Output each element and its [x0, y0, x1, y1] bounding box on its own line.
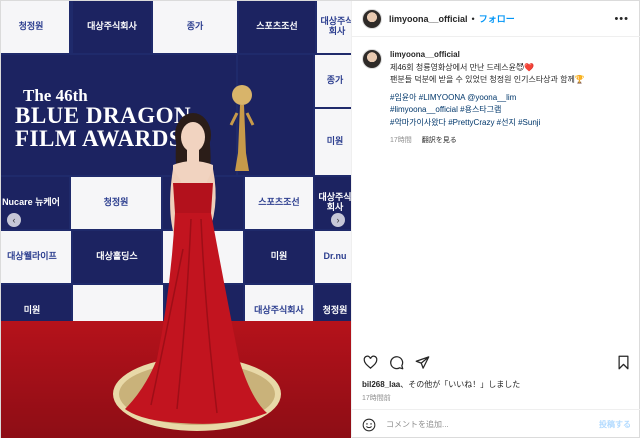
caption-time: 17時間: [390, 137, 412, 144]
post-caption: limyoona__official 제46회 청룡영화상에서 만난 드레스윤😈…: [352, 37, 640, 148]
caption-line: 제46회 청룡영화상에서 만난 드레스윤😈❤️: [390, 62, 535, 72]
separator-dot: •: [471, 13, 475, 24]
hashtag-link[interactable]: #선지: [497, 118, 516, 127]
hashtag-link[interactable]: #용스타그램: [460, 105, 501, 114]
award-title-line-1: The 46th: [23, 86, 88, 105]
follow-button[interactable]: フォロー: [479, 12, 515, 25]
caption-body: limyoona__official 제46회 청룡영화상에서 만난 드레스윤😈…: [390, 49, 630, 148]
sponsor-tile: 스포츠조선: [239, 1, 315, 53]
hashtag-link[interactable]: #limyoona__official: [390, 105, 458, 114]
sponsor-tile: 대상웰라이프: [1, 231, 71, 283]
share-button[interactable]: [414, 354, 430, 370]
avatar[interactable]: [362, 49, 382, 69]
hashtag-link[interactable]: #PrettyCrazy: [448, 118, 494, 127]
comment-bar: 投稿する: [352, 409, 640, 438]
previous-image-button[interactable]: ‹: [7, 213, 21, 227]
post-comment-button[interactable]: 投稿する: [599, 419, 631, 430]
more-options-icon[interactable]: •••: [614, 13, 629, 25]
instagram-post: 청정원 대상주식회사 종가 스포츠조선 대상주식회사 종가 미원 Nucare …: [0, 0, 640, 438]
mention-link[interactable]: @yoona__lim: [467, 93, 516, 102]
sponsor-tile: 종가: [315, 55, 351, 107]
sponsor-tile: Dr.nu: [315, 231, 351, 283]
bookmark-icon: [618, 355, 628, 369]
comment-button[interactable]: [388, 354, 404, 370]
sponsor-tile: 미원: [315, 109, 351, 175]
hashtag-link[interactable]: #Sunji: [518, 118, 540, 127]
share-icon: [415, 355, 429, 369]
person-in-red-gown: [125, 113, 267, 424]
liker-username[interactable]: bil268_laa: [362, 380, 400, 389]
hashtag-link[interactable]: #악마가이사왔다: [390, 118, 446, 127]
sponsor-tile: 대상주식회사: [317, 1, 351, 53]
post-date: 17時間前: [362, 395, 391, 402]
post-media[interactable]: 청정원 대상주식회사 종가 스포츠조선 대상주식회사 종가 미원 Nucare …: [1, 1, 351, 438]
see-translation-link[interactable]: 翻訳を見る: [422, 137, 457, 144]
author-username[interactable]: limyoona__official: [389, 14, 468, 24]
like-button[interactable]: [362, 354, 378, 370]
heart-icon: [363, 355, 377, 369]
likes-text[interactable]: 、その他が「いいね！」しました: [400, 380, 520, 389]
action-bar: [362, 354, 631, 370]
hashtag-link[interactable]: #임윤아: [390, 93, 417, 102]
next-image-button[interactable]: ›: [331, 213, 345, 227]
sponsor-tile: 청정원: [1, 1, 69, 53]
hashtag-list: #임윤아 #LIMYOONA @yoona__lim #limyoona__of…: [390, 92, 630, 130]
hashtag-link[interactable]: #LIMYOONA: [419, 93, 465, 102]
comment-icon: [389, 355, 403, 369]
comment-input[interactable]: [386, 420, 599, 429]
emoji-icon[interactable]: [362, 418, 376, 432]
caption-line: 팬분들 덕분에 받을 수 있었던 청정원 인기스타상과 함께🏆: [390, 75, 585, 84]
post-sidebar: limyoona__official • フォロー ••• limyoona__…: [351, 1, 640, 438]
post-header: limyoona__official • フォロー •••: [352, 1, 640, 37]
avatar[interactable]: [362, 8, 382, 29]
sponsor-tile: 대상주식회사: [73, 1, 151, 53]
caption-username[interactable]: limyoona__official: [390, 50, 460, 59]
caption-meta: 17時間 翻訳を見る: [390, 135, 630, 148]
sponsor-tile: 종가: [153, 1, 237, 53]
likes-summary: bil268_laa、その他が「いいね！」しました: [362, 379, 520, 390]
save-button[interactable]: [615, 354, 631, 370]
